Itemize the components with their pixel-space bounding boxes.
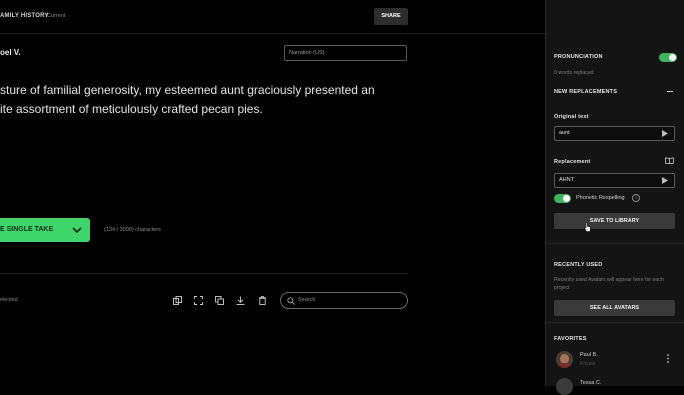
avatar[interactable]: [556, 378, 573, 395]
character-count: (134 / 3000) characters: [104, 227, 161, 233]
phonetic-respelling-label: Phonetic Respelling: [576, 195, 625, 201]
play-icon[interactable]: [662, 177, 668, 184]
copy-icon[interactable]: [173, 296, 182, 305]
expand-icon[interactable]: [194, 296, 203, 305]
replacement-input[interactable]: AHNT: [554, 173, 675, 188]
script-text[interactable]: sture of familial generosity, my esteeme…: [0, 81, 400, 119]
project-status: Current: [47, 13, 66, 19]
duplicate-icon[interactable]: [215, 296, 224, 305]
recently-used-title: RECENTLY USED: [554, 262, 603, 268]
see-all-avatars-button[interactable]: SEE ALL AVATARS: [554, 300, 675, 316]
top-bar: AMILY HISTORY Current SHARE: [0, 0, 545, 34]
chevron-down-icon[interactable]: [72, 226, 82, 234]
toggle-knob: [669, 54, 676, 61]
section-divider: [546, 322, 684, 323]
replacement-value: AHNT: [559, 177, 574, 183]
trash-icon[interactable]: [258, 296, 267, 305]
more-options-icon[interactable]: [667, 354, 669, 363]
favorite-name[interactable]: Tessa C.: [580, 380, 601, 386]
share-button[interactable]: SHARE: [374, 8, 408, 25]
download-icon[interactable]: [236, 296, 245, 305]
replacement-label: Replacement: [554, 159, 591, 165]
words-replaced-count: 0 words replaced: [554, 70, 594, 76]
play-icon[interactable]: [662, 130, 668, 137]
avatar[interactable]: [556, 351, 573, 368]
search-placeholder: Search: [298, 297, 316, 303]
phonetic-respelling-toggle[interactable]: [554, 194, 571, 203]
divider: [0, 273, 408, 274]
save-to-library-button[interactable]: SAVE TO LIBRARY: [554, 213, 675, 229]
script-line: ite assortment of meticulously crafted p…: [0, 102, 263, 116]
recently-used-text: Recently used Avatars will appear here f…: [554, 277, 664, 291]
original-text-label: Original text: [554, 114, 589, 120]
script-line: sture of familial generosity, my esteeme…: [0, 83, 375, 97]
search-icon: [287, 297, 295, 305]
editor-area: AMILY HISTORY Current SHARE oel V. Narra…: [0, 0, 545, 386]
original-text-value: aunt: [559, 130, 570, 136]
generate-button-label: E SINGLE TAKE: [0, 226, 54, 233]
avatar-shirt: [557, 363, 572, 368]
new-replacements-title: NEW REPLACEMENTS: [554, 89, 618, 95]
book-icon[interactable]: [665, 157, 674, 164]
selected-status: elected: [0, 297, 18, 303]
collapse-icon[interactable]: [667, 91, 673, 92]
section-divider: [546, 243, 684, 244]
original-text-input[interactable]: aunt: [554, 126, 675, 141]
narration-style-field[interactable]: Narration (US): [284, 45, 407, 61]
info-icon[interactable]: i: [632, 194, 640, 202]
generate-single-take-button[interactable]: E SINGLE TAKE: [0, 218, 90, 242]
mouse-cursor-icon: [584, 222, 591, 232]
toggle-knob: [563, 195, 570, 202]
favorite-subtitle: Private: [580, 361, 596, 367]
voice-name[interactable]: oel V.: [0, 48, 21, 57]
pronunciation-title: PRONUNCIATION: [554, 54, 603, 60]
favorites-title: FAVORITES: [554, 336, 587, 342]
favorite-name[interactable]: Paul B.: [580, 352, 598, 358]
pronunciation-toggle[interactable]: [659, 53, 677, 62]
project-title[interactable]: AMILY HISTORY: [0, 13, 49, 19]
search-input[interactable]: Search: [280, 292, 408, 309]
